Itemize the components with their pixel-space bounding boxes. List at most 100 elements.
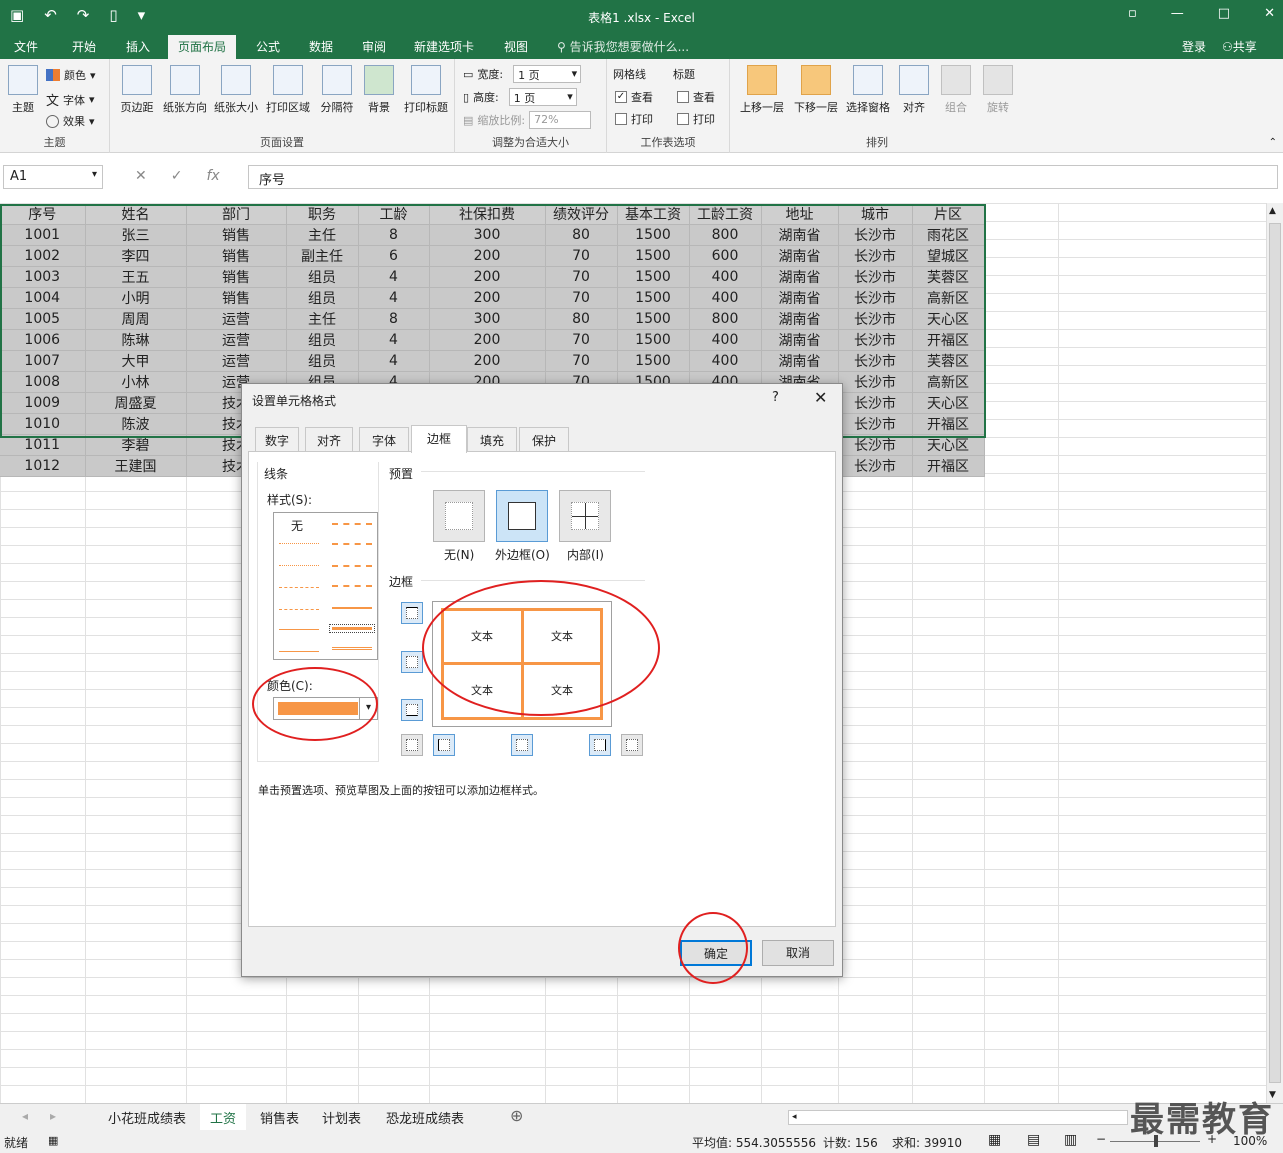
line-style-option[interactable]: [332, 565, 372, 567]
print-area-button[interactable]: 打印区域: [263, 65, 313, 115]
table-cell[interactable]: 张三: [85, 224, 187, 246]
table-cell[interactable]: 6: [358, 245, 430, 267]
print-titles-button[interactable]: 打印标题: [400, 65, 452, 115]
table-cell[interactable]: 长沙市: [838, 371, 913, 393]
header-cell[interactable]: 序号: [0, 204, 86, 225]
sheet-tab-0[interactable]: 小花班成绩表: [108, 1108, 186, 1127]
table-cell[interactable]: 200: [429, 245, 546, 267]
table-cell[interactable]: 芙蓉区: [912, 266, 985, 288]
table-cell[interactable]: 组员: [286, 350, 359, 372]
tab-new-tab[interactable]: 新建选项卡: [414, 38, 474, 55]
tab-data[interactable]: 数据: [309, 38, 333, 55]
table-cell[interactable]: 1500: [617, 287, 690, 309]
table-cell[interactable]: 1500: [617, 329, 690, 351]
table-cell[interactable]: 湖南省: [761, 329, 839, 351]
table-cell[interactable]: 湖南省: [761, 266, 839, 288]
table-cell[interactable]: 长沙市: [838, 224, 913, 246]
border-bottom-button[interactable]: [401, 699, 423, 721]
table-cell[interactable]: 小明: [85, 287, 187, 309]
colors-button[interactable]: 颜色 ▾: [46, 67, 96, 83]
table-cell[interactable]: 组员: [286, 266, 359, 288]
line-style-option[interactable]: [279, 651, 319, 652]
table-cell[interactable]: 开福区: [912, 329, 985, 351]
cancel-icon[interactable]: ✕: [135, 168, 147, 184]
table-cell[interactable]: 开福区: [912, 413, 985, 435]
table-cell[interactable]: 销售: [186, 287, 287, 309]
header-cell[interactable]: 地址: [761, 204, 839, 225]
table-cell[interactable]: 4: [358, 350, 430, 372]
border-top-button[interactable]: [401, 602, 423, 624]
table-cell[interactable]: 湖南省: [761, 287, 839, 309]
macro-record-icon[interactable]: ▦: [48, 1134, 58, 1147]
table-cell[interactable]: 400: [689, 287, 762, 309]
table-cell[interactable]: 200: [429, 287, 546, 309]
line-style-option[interactable]: [332, 543, 372, 545]
enter-icon[interactable]: ✓: [171, 168, 183, 184]
orientation-button[interactable]: 纸张方向: [160, 65, 210, 115]
gridlines-view-checkbox[interactable]: ✓ 查看: [615, 89, 653, 105]
table-cell[interactable]: 销售: [186, 266, 287, 288]
help-icon[interactable]: ?: [772, 390, 779, 405]
border-middle-vertical-button[interactable]: [511, 734, 533, 756]
preset-outline-button[interactable]: [496, 490, 548, 542]
tab-scroll-right-icon[interactable]: ▸: [50, 1109, 56, 1123]
table-cell[interactable]: 湖南省: [761, 308, 839, 330]
maximize-icon[interactable]: □: [1218, 6, 1230, 21]
table-cell[interactable]: 200: [429, 266, 546, 288]
page-break-view-icon[interactable]: ▥: [1064, 1132, 1077, 1148]
border-diagonal-down-button[interactable]: [621, 734, 643, 756]
table-cell[interactable]: 高新区: [912, 287, 985, 309]
function-icon[interactable]: fx: [206, 168, 219, 184]
dialog-tab-border[interactable]: 边框: [411, 425, 467, 453]
sheet-tab-4[interactable]: 恐龙班成绩表: [386, 1108, 464, 1127]
dialog-tab-fill[interactable]: 填充: [467, 427, 517, 452]
table-cell[interactable]: 周盛夏: [85, 392, 187, 414]
collapse-ribbon-icon[interactable]: ⌃: [1269, 137, 1277, 148]
effects-button[interactable]: 效果 ▾: [46, 113, 95, 129]
header-cell[interactable]: 工龄工资: [689, 204, 762, 225]
table-cell[interactable]: 1005: [0, 308, 86, 330]
zoom-out-icon[interactable]: −: [1096, 1132, 1106, 1146]
sheet-tab-2[interactable]: 销售表: [260, 1108, 299, 1127]
line-style-option[interactable]: [332, 585, 372, 587]
line-style-option[interactable]: [279, 543, 319, 544]
table-cell[interactable]: 70: [545, 287, 618, 309]
table-cell[interactable]: 1008: [0, 371, 86, 393]
header-cell[interactable]: 姓名: [85, 204, 187, 225]
tell-me-box[interactable]: ⚲ 告诉我您想要做什么...: [557, 38, 689, 55]
sheet-tab-1[interactable]: 工资: [200, 1104, 247, 1133]
header-cell[interactable]: 绩效评分: [545, 204, 618, 225]
table-cell[interactable]: 组员: [286, 329, 359, 351]
headings-print-checkbox[interactable]: 打印: [677, 111, 715, 127]
header-cell[interactable]: 基本工资: [617, 204, 690, 225]
table-cell[interactable]: 400: [689, 350, 762, 372]
size-button[interactable]: 纸张大小: [211, 65, 261, 115]
table-cell[interactable]: 1009: [0, 392, 86, 414]
tab-page-layout[interactable]: 页面布局: [168, 35, 237, 59]
header-cell[interactable]: 城市: [838, 204, 913, 225]
sheet-tab-3[interactable]: 计划表: [322, 1108, 361, 1127]
zoom-slider[interactable]: [1110, 1135, 1200, 1147]
table-cell[interactable]: 70: [545, 329, 618, 351]
name-box[interactable]: A1 ▾: [3, 165, 103, 189]
vertical-scrollbar[interactable]: ▲ ▼: [1266, 203, 1283, 1103]
table-cell[interactable]: 400: [689, 266, 762, 288]
line-style-option[interactable]: [332, 523, 372, 525]
tab-insert[interactable]: 插入: [126, 38, 150, 55]
table-cell[interactable]: 长沙市: [838, 308, 913, 330]
line-style-option[interactable]: [279, 629, 319, 630]
table-cell[interactable]: 组员: [286, 287, 359, 309]
table-cell[interactable]: 湖南省: [761, 245, 839, 267]
scroll-thumb[interactable]: [1269, 223, 1281, 1083]
page-layout-view-icon[interactable]: ▤: [1027, 1132, 1040, 1148]
tab-home[interactable]: 开始: [72, 38, 96, 55]
table-cell[interactable]: 周周: [85, 308, 187, 330]
table-cell[interactable]: 陈琳: [85, 329, 187, 351]
selection-pane-button[interactable]: 选择窗格: [842, 65, 894, 115]
table-cell[interactable]: 300: [429, 224, 546, 246]
ribbon-display-icon[interactable]: ▫: [1128, 6, 1137, 21]
rotate-button[interactable]: 旋转: [978, 65, 1018, 115]
line-style-option[interactable]: [279, 565, 319, 566]
table-cell[interactable]: 李碧: [85, 434, 187, 456]
breaks-button[interactable]: 分隔符: [314, 65, 360, 115]
